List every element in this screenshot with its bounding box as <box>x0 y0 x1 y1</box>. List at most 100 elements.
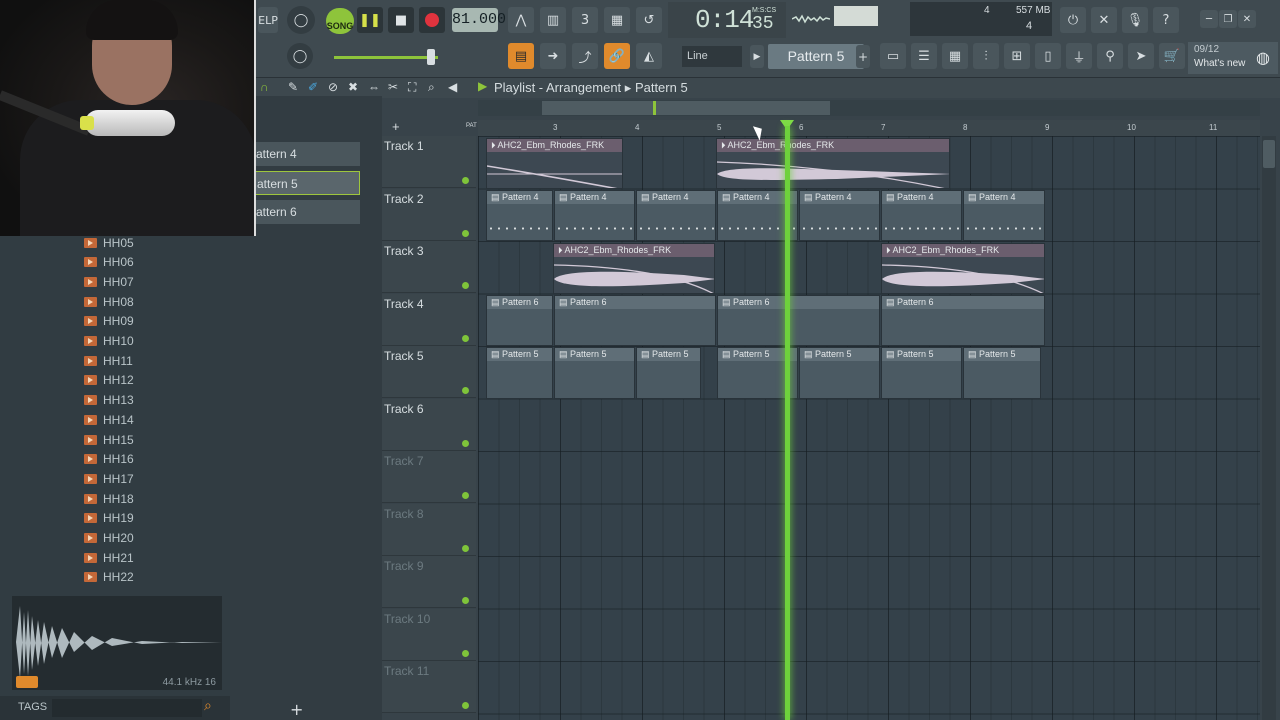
minimize-button[interactable]: ─ <box>1200 10 1218 28</box>
audio-clip[interactable]: ⏵ AHC2_Ebm_Rhodes_FRK <box>881 243 1045 294</box>
browser-item[interactable]: HH17 <box>84 469 134 488</box>
playback-tool-icon[interactable]: ◀ <box>448 80 457 94</box>
help-menu-button[interactable]: ELP <box>258 7 278 33</box>
pattern-clip[interactable]: ▤ Pattern 5 <box>554 347 635 399</box>
step-edit-button[interactable]: ▦ <box>604 7 630 33</box>
pattern-song-toggle[interactable]: SONG <box>326 8 354 34</box>
track-mute-led[interactable] <box>462 439 469 447</box>
track-header[interactable]: Track 7 <box>382 451 476 503</box>
paint-tool-icon[interactable]: ✐ <box>308 80 318 94</box>
plugin-picker-button[interactable]: ⚲ <box>1097 43 1123 69</box>
master-volume-knob[interactable]: ◯ <box>287 6 315 34</box>
pattern-clip[interactable]: ▤ Pattern 4 <box>486 190 553 241</box>
pattern-clip[interactable]: ▤ Pattern 5 <box>881 347 962 399</box>
track-mute-led[interactable] <box>462 492 469 499</box>
help-button[interactable]: ? <box>1153 7 1179 33</box>
shop-button[interactable]: 🛒 <box>1159 43 1185 69</box>
browser-item[interactable]: HH12 <box>84 371 134 390</box>
volume-slider-handle[interactable] <box>427 49 435 65</box>
pattern-prev-button[interactable]: ▶ <box>750 45 764 68</box>
track-header[interactable]: Track 4 <box>382 293 476 346</box>
metronome-button[interactable]: ⋀ <box>508 7 534 33</box>
mute-tool-icon[interactable]: ✖ <box>348 80 358 94</box>
tools-button[interactable]: ✕ <box>1091 7 1117 33</box>
select-tool-icon[interactable]: ⛶ <box>408 80 416 95</box>
pattern-clip[interactable]: ▤ Pattern 6 <box>486 295 553 346</box>
pattern-clip[interactable]: ▤ Pattern 4 <box>554 190 635 241</box>
stop-button[interactable]: ■ <box>388 7 414 33</box>
piano-roll-window-button[interactable]: ☰ <box>911 43 937 69</box>
restore-button[interactable]: ❐ <box>1219 10 1237 28</box>
track-header[interactable]: Track 1 <box>382 136 476 188</box>
track-header[interactable]: Track 2 <box>382 188 476 241</box>
tag-button[interactable]: ➤ <box>1128 43 1154 69</box>
mixer-window-button[interactable]: ⫶ <box>973 43 999 69</box>
timeline-ruler[interactable] <box>478 120 1260 136</box>
zoom-tool-icon[interactable]: ⌕ <box>428 80 435 95</box>
track-mute-led[interactable] <box>462 597 469 604</box>
loop-record-button[interactable]: ↺ <box>636 7 662 33</box>
preview-play-button[interactable] <box>16 676 38 688</box>
pattern-list-item[interactable]: attern 6 <box>250 200 360 224</box>
browser-item[interactable]: HH19 <box>84 509 134 528</box>
pattern-list-item-selected[interactable]: attern 5 <box>250 171 360 195</box>
channel-rack-window-button[interactable]: ▦ <box>942 43 968 69</box>
slip-tool-icon[interactable]: ⇔ <box>368 80 380 94</box>
wait-input-button[interactable]: ▥ <box>540 7 566 33</box>
audio-clip[interactable]: ⏵ AHC2_Ebm_Rhodes_FRK <box>716 138 950 189</box>
snap-select[interactable]: Line <box>682 46 742 67</box>
vertical-scrollbar[interactable] <box>1262 136 1276 720</box>
pattern-list-item[interactable]: attern 4 <box>250 142 360 166</box>
track-mute-led[interactable] <box>462 177 469 184</box>
tags-search-input[interactable] <box>52 699 202 717</box>
arrangement-grid[interactable]: ⏵ AHC2_Ebm_Rhodes_FRK ⏵ AHC2_Ebm_Rhodes_… <box>478 136 1260 720</box>
browser-item[interactable]: HH13 <box>84 391 134 410</box>
plugin-database-button[interactable]: ⏚ <box>1066 43 1092 69</box>
add-track-icon[interactable]: + <box>392 119 400 134</box>
delete-tool-icon[interactable]: ⊘ <box>328 80 338 94</box>
pattern-mode-button[interactable]: ▤ <box>508 43 534 69</box>
project-info-button[interactable]: ▯ <box>1035 43 1061 69</box>
track-mute-led[interactable] <box>462 282 469 289</box>
pattern-clip[interactable]: ▤ Pattern 4 <box>963 190 1045 241</box>
audio-clip[interactable]: ⏵ AHC2_Ebm_Rhodes_FRK <box>486 138 623 189</box>
browser-item[interactable]: HH09 <box>84 312 134 331</box>
tempo-display[interactable]: 81.000 <box>452 8 506 32</box>
audio-clip[interactable]: ⏵ AHC2_Ebm_Rhodes_FRK <box>553 243 715 294</box>
browser-item[interactable]: HH11 <box>84 351 133 370</box>
draw-tool-icon[interactable]: ✎ <box>288 80 298 94</box>
master-volume-slider[interactable] <box>334 56 438 59</box>
pattern-clip[interactable]: ▤ Pattern 4 <box>881 190 962 241</box>
pattern-clip[interactable]: ▤ Pattern 5 <box>486 347 553 399</box>
browser-item[interactable]: HH22 <box>84 568 134 587</box>
pattern-clip[interactable]: ▤ Pattern 5 <box>963 347 1041 399</box>
snap-curve-button[interactable]: ⤴ <box>572 43 598 69</box>
news-panel[interactable]: 09/12 What's new ◍ <box>1188 42 1278 74</box>
browser-item[interactable]: HH21 <box>84 548 134 567</box>
browser-item[interactable]: HH08 <box>84 292 134 311</box>
track-header[interactable]: Track 11 <box>382 661 476 713</box>
track-header[interactable]: Track 10 <box>382 608 476 661</box>
pattern-clip[interactable]: ▤ Pattern 5 <box>636 347 701 399</box>
pattern-clip[interactable]: ▤ Pattern 6 <box>554 295 716 346</box>
browser-item[interactable]: HH07 <box>84 272 134 291</box>
countdown-button[interactable]: 3 <box>572 7 598 33</box>
vertical-scroll-thumb[interactable] <box>1263 140 1275 168</box>
browser-item[interactable]: HH10 <box>84 332 134 351</box>
track-mute-led[interactable] <box>462 334 469 342</box>
track-header[interactable]: Track 9 <box>382 556 476 608</box>
pattern-clip[interactable]: ▤ Pattern 6 <box>717 295 880 346</box>
time-display[interactable]: 0:14 M:S:CS 35 <box>668 2 786 38</box>
link-button[interactable]: 🔗 <box>604 43 630 69</box>
master-pitch-knob[interactable]: ◯ <box>287 43 313 69</box>
online-button[interactable]: ⏻ <box>1060 7 1086 33</box>
slice-tool-icon[interactable]: ✂ <box>388 80 398 94</box>
add-pattern-button[interactable]: + <box>856 45 870 68</box>
track-mute-led[interactable] <box>462 702 469 709</box>
track-mute-led[interactable] <box>462 544 469 552</box>
track-mute-led[interactable] <box>462 387 469 394</box>
track-header[interactable]: Track 5 <box>382 346 476 398</box>
search-icon[interactable]: ⌕ <box>204 698 212 714</box>
pat-toggle[interactable]: PAT <box>466 123 477 129</box>
metronome-volume-button[interactable]: ◭ <box>636 43 662 69</box>
